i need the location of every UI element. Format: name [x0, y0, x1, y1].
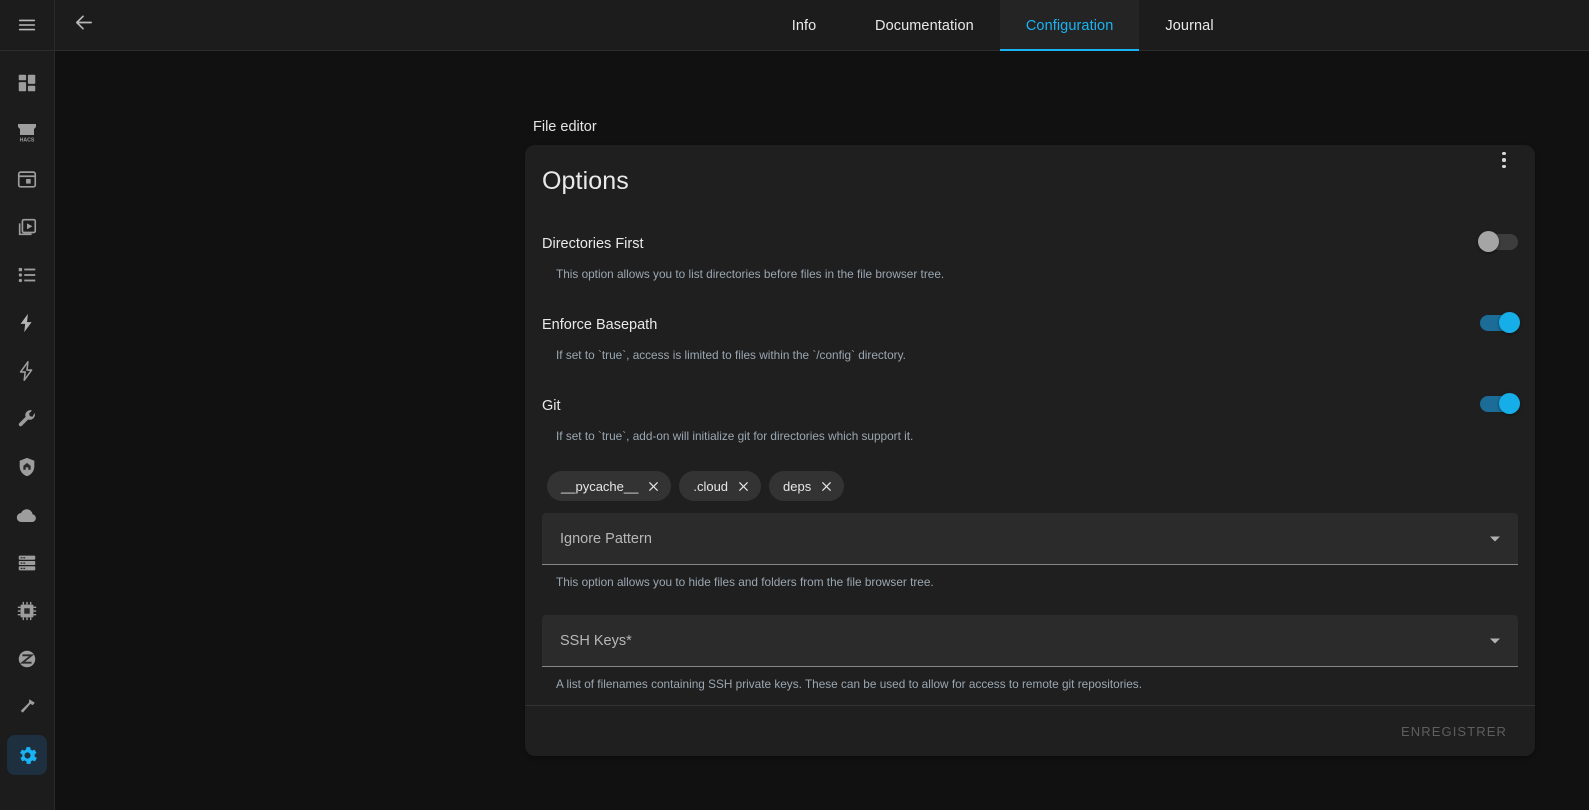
options-card: Options Directories First This option al… [525, 145, 1535, 756]
sidebar-item-automation[interactable] [7, 351, 47, 391]
tab-label: Configuration [1025, 17, 1114, 34]
top-toolbar: Info Documentation Configuration Journal [55, 0, 1589, 51]
chip-label: __pycache__ [561, 478, 639, 494]
toggle-directories-first[interactable] [1478, 231, 1518, 252]
sidebar-item-home-security[interactable] [7, 447, 47, 487]
cloud-icon [15, 503, 39, 527]
sidebar-item-server[interactable] [7, 543, 47, 583]
kebab-dot [1502, 158, 1506, 162]
sidebar-item-terminal-tools[interactable] [7, 687, 47, 727]
dashboard-icon [16, 72, 38, 94]
logbook-list-icon [16, 264, 38, 286]
svg-text:HACS: HACS [20, 137, 35, 143]
tab-info[interactable]: Info [759, 0, 849, 51]
toggle-enforce-basepath[interactable] [1480, 312, 1520, 333]
page-title: Options [542, 167, 629, 195]
breadcrumb: File editor [533, 119, 597, 135]
chip-label: deps [783, 478, 812, 494]
option-row-directories-first: Directories First This option allows you… [542, 196, 1518, 281]
sidebar-item-weather[interactable] [7, 495, 47, 535]
sidebar-item-media[interactable] [7, 207, 47, 247]
chip[interactable]: .cloud [679, 471, 762, 501]
sidebar: HACS [0, 0, 55, 810]
hamburger-menu-icon[interactable] [7, 5, 47, 45]
field-description: This option allows you to hide files and… [556, 575, 934, 589]
chip[interactable]: __pycache__ [547, 471, 672, 501]
more-vertical-icon[interactable] [1487, 143, 1521, 177]
close-icon[interactable] [737, 480, 750, 493]
tab-configuration[interactable]: Configuration [999, 0, 1140, 51]
toggle-knob [1499, 393, 1520, 414]
sidebar-header [0, 0, 54, 51]
hammer-icon [16, 696, 38, 718]
chip-icon [16, 600, 38, 622]
sidebar-item-developer-tools[interactable] [7, 399, 47, 439]
tab-label: Info [791, 17, 817, 34]
sidebar-item-energy[interactable] [7, 303, 47, 343]
sidebar-item-settings[interactable] [7, 735, 47, 775]
app-root: HACS Info Documentation Configuration Jo… [0, 0, 1589, 810]
field-label: Ignore Pattern [560, 530, 652, 547]
tab-documentation[interactable]: Documentation [849, 0, 1000, 51]
toggle-knob [1499, 312, 1520, 333]
option-description: This option allows you to list directori… [556, 267, 945, 281]
close-icon[interactable] [647, 480, 660, 493]
option-label: Enforce Basepath [542, 317, 658, 333]
lightning-bolt-icon [16, 312, 38, 334]
tab-journal[interactable]: Journal [1139, 0, 1239, 51]
select-ignore-pattern[interactable]: Ignore Pattern [542, 513, 1518, 565]
content-area: File editor Options Directories First Th… [55, 51, 1589, 810]
hacs-store-icon: HACS [15, 119, 39, 143]
sidebar-item-zigbee[interactable] [7, 639, 47, 679]
wrench-icon [16, 408, 38, 430]
field-ssh-keys-wrap: SSH Keys* A list of filenames containing… [542, 589, 1518, 691]
chevron-down-icon[interactable] [1490, 638, 1500, 643]
calendar-icon [16, 168, 38, 190]
ignore-pattern-chips: __pycache__ .cloud deps [542, 443, 1518, 501]
kebab-dot [1502, 151, 1506, 156]
kebab-dot [1502, 164, 1506, 169]
server-rack-icon [16, 552, 38, 574]
sidebar-item-overview[interactable] [7, 63, 47, 103]
chevron-down-icon[interactable] [1490, 536, 1500, 541]
toggle-git[interactable] [1480, 393, 1520, 414]
close-icon[interactable] [820, 480, 833, 493]
media-player-icon [16, 216, 38, 238]
gear-icon [16, 744, 39, 767]
option-label: Directories First [542, 236, 644, 252]
card-header: Options [525, 145, 1535, 196]
sidebar-item-calendar[interactable] [7, 159, 47, 199]
save-button[interactable]: ENREGISTRER [1391, 716, 1517, 747]
option-row-git: Git If set to `true`, add-on will initia… [542, 362, 1520, 443]
sidebar-item-hacs[interactable]: HACS [7, 111, 47, 151]
tab-label: Documentation [875, 17, 974, 34]
lightning-bolt-outline-icon [16, 360, 38, 382]
option-description: If set to `true`, add-on will initialize… [556, 429, 914, 443]
chip[interactable]: deps [769, 471, 845, 501]
option-row-enforce-basepath: Enforce Basepath If set to `true`, acces… [542, 281, 1520, 362]
option-label: Git [542, 398, 561, 414]
sidebar-items: HACS [7, 51, 47, 779]
card-body: Directories First This option allows you… [525, 196, 1535, 691]
sidebar-item-hardware[interactable] [7, 591, 47, 631]
arrow-left-icon [72, 11, 95, 39]
toggle-knob [1478, 231, 1499, 252]
tab-label: Journal [1165, 17, 1214, 34]
main-area: Info Documentation Configuration Journal… [55, 0, 1589, 810]
shield-home-icon [16, 456, 38, 478]
tab-bar: Info Documentation Configuration Journal [759, 0, 1240, 51]
field-label: SSH Keys* [560, 632, 632, 649]
sidebar-item-logbook[interactable] [7, 255, 47, 295]
field-description: A list of filenames containing SSH priva… [556, 677, 1142, 691]
field-ignore-pattern-wrap: Ignore Pattern This option allows you to… [542, 501, 1518, 589]
card-footer: ENREGISTRER [525, 705, 1535, 756]
option-description: If set to `true`, access is limited to f… [556, 348, 906, 362]
zigbee-icon [16, 648, 38, 670]
select-ssh-keys[interactable]: SSH Keys* [542, 615, 1518, 667]
chip-label: .cloud [693, 478, 729, 494]
back-button[interactable] [55, 0, 111, 50]
